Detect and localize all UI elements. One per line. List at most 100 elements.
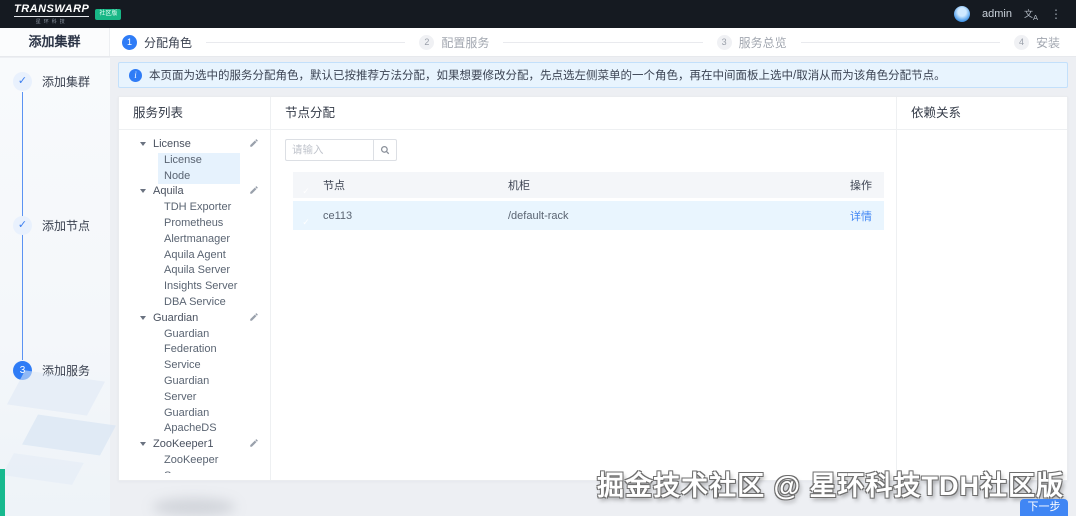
node-assignment-panel: 节点分配 节点 机柜 操作 ce113/default-rack 详情 bbox=[271, 97, 897, 480]
check-icon: ✓ bbox=[13, 72, 32, 91]
tree-label: Aquila Server bbox=[164, 264, 231, 277]
search-icon bbox=[380, 145, 390, 155]
tree-label: Insights Server bbox=[164, 280, 238, 293]
row-actions bbox=[249, 185, 259, 195]
node-search bbox=[285, 139, 397, 161]
brand-logo[interactable]: TRANSWARP 星环科技 社区版 bbox=[14, 2, 122, 25]
step-connector bbox=[206, 41, 406, 43]
tree-label: Guardian bbox=[153, 311, 199, 324]
edit-icon[interactable] bbox=[249, 185, 259, 195]
column-header-node: 节点 bbox=[323, 180, 345, 192]
language-icon[interactable]: 文A bbox=[1024, 7, 1038, 22]
dependency-title: 依赖关系 bbox=[897, 97, 1067, 130]
sidebar-step-添加集群[interactable]: ✓ 添加集群 bbox=[0, 72, 90, 91]
decor-green-strip bbox=[0, 469, 5, 516]
tree-item-guardian-server[interactable]: Guardian Server bbox=[119, 374, 270, 406]
wizard-stepper: 1 分配角色 2 配置服务 3 服务总览 4 安装 bbox=[110, 28, 1076, 56]
tree-label: DBA Service bbox=[164, 295, 226, 308]
column-header-action: 操作 bbox=[850, 180, 872, 192]
tree-label: ZooKeeper Server bbox=[164, 453, 219, 473]
step-number: 2 bbox=[419, 34, 435, 50]
tree-label: License bbox=[153, 138, 191, 150]
edit-icon[interactable] bbox=[249, 438, 259, 448]
caret-down-icon[interactable] bbox=[140, 142, 146, 146]
sidebar-step-label: 添加集群 bbox=[42, 75, 91, 89]
tree-label: Prometheus bbox=[164, 216, 224, 229]
more-menu-icon[interactable]: ⋮ bbox=[1050, 7, 1062, 21]
row-actions bbox=[249, 138, 259, 148]
service-tree: License License Node Aquila TDH Exporter Pro… bbox=[119, 130, 270, 473]
logo-subtitle: 星环科技 bbox=[35, 18, 68, 25]
role-assignment-card: 服务列表 License License Node Aquila TDH Export… bbox=[118, 96, 1068, 481]
tree-item-guardian-apacheds[interactable]: Guardian ApacheDS bbox=[119, 406, 270, 438]
tree-label: Alertmanager bbox=[164, 232, 231, 245]
tree-item-tdh-exporter[interactable]: TDH Exporter bbox=[119, 200, 270, 216]
row-actions bbox=[249, 312, 259, 322]
caret-down-icon[interactable] bbox=[140, 315, 146, 320]
step-label: 分配角色 bbox=[144, 35, 193, 50]
sidebar-step-label: 添加节点 bbox=[42, 219, 91, 233]
check-icon: ✓ bbox=[13, 216, 32, 235]
step-number: 4 bbox=[1013, 34, 1029, 50]
step-label: 安装 bbox=[1035, 35, 1060, 50]
tree-group-license[interactable]: License bbox=[119, 137, 270, 153]
sidebar-step-添加节点[interactable]: ✓ 添加节点 bbox=[0, 216, 90, 235]
tree-label: Guardian Server bbox=[164, 374, 210, 403]
tree-label: License Node bbox=[158, 152, 240, 185]
wizard-step-分配角色: 1 分配角色 bbox=[122, 34, 192, 51]
tree-item-aquila-agent[interactable]: Aquila Agent bbox=[119, 248, 270, 264]
logo-text: TRANSWARP bbox=[14, 2, 90, 17]
topbar-actions: admin 文A ⋮ bbox=[954, 6, 1062, 22]
user-avatar[interactable] bbox=[954, 6, 970, 22]
service-list-panel: 服务列表 License License Node Aquila TDH Export… bbox=[119, 97, 271, 480]
tree-label: Guardian Federation Service bbox=[164, 327, 217, 372]
topbar: TRANSWARP 星环科技 社区版 admin 文A ⋮ bbox=[0, 0, 1076, 28]
tree-item-guardian-federation-service[interactable]: Guardian Federation Service bbox=[119, 327, 270, 374]
wizard-header: 添加集群 1 分配角色 2 配置服务 3 服务总览 4 安装 bbox=[0, 28, 1076, 57]
search-button[interactable] bbox=[373, 139, 397, 161]
service-list-title: 服务列表 bbox=[119, 97, 270, 130]
edit-icon[interactable] bbox=[249, 312, 259, 322]
node-assignment-title: 节点分配 bbox=[271, 97, 896, 130]
step-connector bbox=[503, 41, 703, 43]
step-label: 服务总览 bbox=[738, 35, 787, 50]
tree-label: Guardian ApacheDS bbox=[164, 406, 217, 435]
tree-item-dba-service[interactable]: DBA Service bbox=[119, 295, 270, 311]
table-row-ce113[interactable]: ce113/default-rack 详情 bbox=[293, 201, 884, 230]
tree-item-aquila-server[interactable]: Aquila Server bbox=[119, 263, 270, 279]
tree-group-guardian[interactable]: Guardian bbox=[119, 311, 270, 327]
step-number: 1 bbox=[122, 34, 137, 50]
step-label: 配置服务 bbox=[441, 35, 490, 50]
caret-down-icon[interactable] bbox=[140, 189, 146, 194]
app-window: TRANSWARP 星环科技 社区版 admin 文A ⋮ 添加集群 1 分配角色… bbox=[0, 0, 1076, 516]
tree-group-aquila[interactable]: Aquila bbox=[119, 184, 270, 200]
column-header-rack: 机柜 bbox=[508, 180, 530, 192]
tree-item-alertmanager[interactable]: Alertmanager bbox=[119, 232, 270, 248]
username-label[interactable]: admin bbox=[982, 8, 1012, 20]
step-number: 3 bbox=[716, 34, 732, 50]
edit-icon[interactable] bbox=[249, 138, 259, 148]
tree-item-zookeeper-server[interactable]: ZooKeeper Server bbox=[119, 453, 270, 473]
main-content: i 本页面为选中的服务分配角色，默认已按推荐方法分配，如果想要修改分配，先点选左… bbox=[110, 58, 1076, 516]
tree-item-prometheus[interactable]: Prometheus bbox=[119, 216, 270, 232]
caret-down-icon[interactable] bbox=[140, 442, 146, 447]
search-input[interactable] bbox=[285, 139, 373, 161]
tree-item-insights-server[interactable]: Insights Server bbox=[119, 279, 270, 295]
progress-sidebar: ✓ 添加集群 ✓ 添加节点 3 添加服务 bbox=[0, 58, 116, 516]
edition-badge: 社区版 bbox=[95, 8, 122, 20]
tree-item-license-node[interactable]: License Node bbox=[119, 152, 270, 185]
table-header-row: 节点 机柜 操作 bbox=[293, 172, 884, 198]
node-table: 节点 机柜 操作 ce113/default-rack 详情 bbox=[293, 172, 884, 230]
dependency-panel: 依赖关系 bbox=[897, 97, 1067, 480]
tree-label: ZooKeeper1 bbox=[153, 438, 214, 451]
detail-link[interactable]: 详情 bbox=[850, 211, 872, 223]
next-step-button[interactable]: 下一步 bbox=[1020, 499, 1068, 516]
wizard-step-配置服务: 2 配置服务 bbox=[419, 34, 489, 51]
rack-name: /default-rack bbox=[508, 209, 569, 222]
node-name: ce113 bbox=[323, 209, 353, 222]
community-watermark: 掘金技术社区 @ 星环科技TDH社区版 bbox=[597, 471, 1064, 501]
tree-label: TDH Exporter bbox=[164, 201, 232, 214]
info-banner-text: 本页面为选中的服务分配角色，默认已按推荐方法分配，如果想要修改分配，先点选左侧菜… bbox=[149, 70, 946, 82]
tree-group-zookeeper1[interactable]: ZooKeeper1 bbox=[119, 437, 270, 453]
wizard-step-服务总览: 3 服务总览 bbox=[716, 34, 787, 51]
